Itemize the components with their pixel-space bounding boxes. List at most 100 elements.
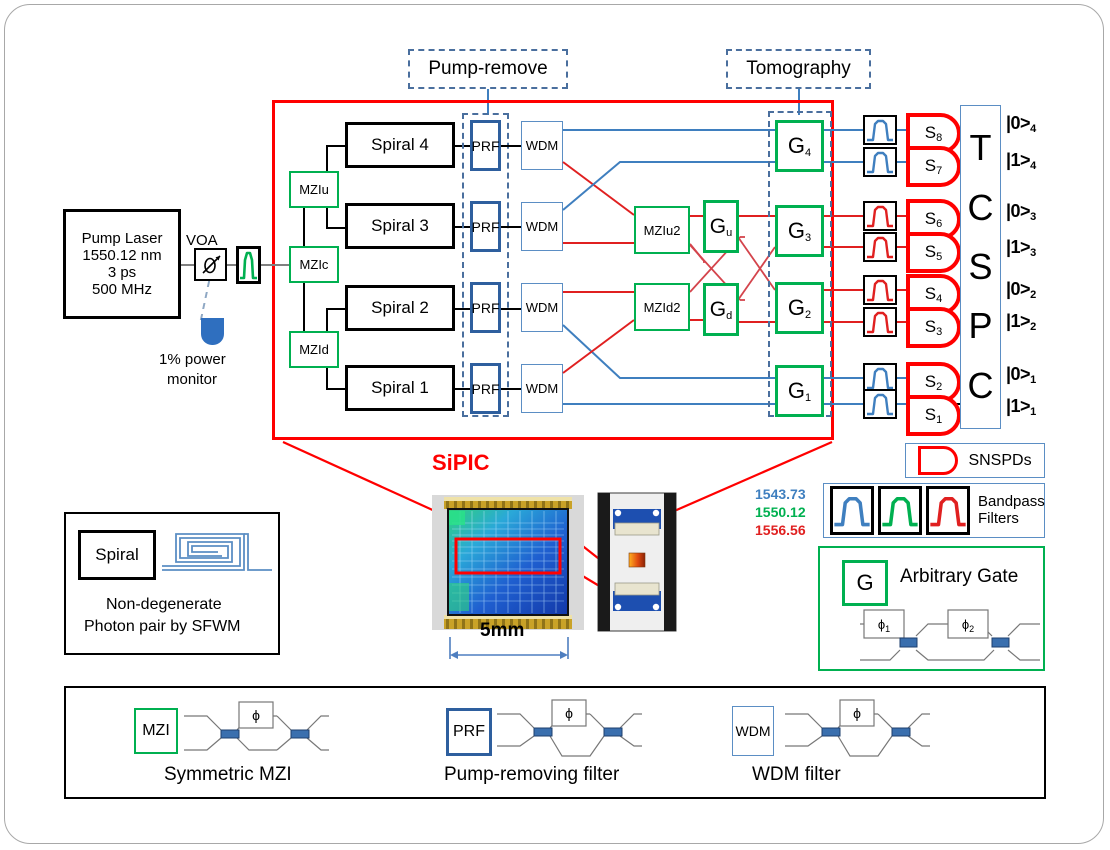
legend-arbitrary-gate-title: Arbitrary Gate bbox=[900, 566, 1019, 587]
legend-wdm-caption: WDM filter bbox=[752, 764, 841, 785]
voa-box bbox=[194, 248, 227, 281]
gate-g1-label: G1 bbox=[787, 378, 812, 404]
snspd-s5-label: S5 bbox=[924, 242, 943, 263]
legend-mzi-caption: Symmetric MZI bbox=[164, 764, 292, 785]
annotation-pump-remove-label: Pump-remove bbox=[428, 58, 548, 79]
wire-mzld-down-h bbox=[326, 388, 346, 390]
bandpass-icon-red bbox=[867, 279, 893, 302]
wdm-4-label: WDM bbox=[525, 138, 559, 153]
prf-4-label: PRF bbox=[471, 137, 500, 154]
bandpass-filter-4 bbox=[863, 275, 897, 305]
mzi-c-box: MZIc bbox=[289, 246, 339, 283]
gate-gu-label: Gu bbox=[709, 214, 733, 239]
wdm-3-label: WDM bbox=[525, 219, 559, 234]
green-spectrum-icon bbox=[240, 251, 257, 280]
svg-text:ϕ: ϕ bbox=[565, 705, 573, 721]
chip-scale-label: 5mm bbox=[480, 620, 525, 641]
prf-1-box: PRF bbox=[470, 363, 501, 414]
wire-prf2-to-wdm2 bbox=[501, 308, 521, 310]
prf-4-box: PRF bbox=[470, 120, 501, 171]
snspd-s2-label: S2 bbox=[924, 372, 943, 393]
tcspc-letter-4: C bbox=[967, 364, 994, 406]
tcspc-letter-1: C bbox=[967, 186, 994, 228]
bandpass-filter-5 bbox=[863, 232, 897, 262]
bandpass-icon-blue bbox=[867, 119, 893, 142]
gate-gu-box: Gu bbox=[703, 200, 739, 253]
pump-laser-box: Pump Laser 1550.12 nm 3 ps 500 MHz bbox=[63, 209, 181, 319]
bandpass-icon-red bbox=[867, 311, 893, 334]
wire-mzlu-up-h bbox=[326, 145, 346, 147]
gate-g2-box: G2 bbox=[775, 282, 824, 334]
spiral-3-box: Spiral 3 bbox=[345, 203, 455, 249]
mzi-schematic-symmetric: ϕ bbox=[184, 701, 329, 751]
bandpass-legend-green bbox=[878, 486, 922, 535]
mzi-d2-label: MZId2 bbox=[643, 299, 681, 315]
snspd-s8-label: S8 bbox=[924, 123, 943, 144]
annotation-tomography: Tomography bbox=[726, 49, 871, 89]
wdm-1-label: WDM bbox=[525, 381, 559, 396]
qubit-output-2: |0>3 bbox=[1006, 201, 1036, 223]
legend-snspds-label: SNSPDs bbox=[968, 451, 1032, 469]
annotation-pump-remove: Pump-remove bbox=[408, 49, 568, 89]
mzi-u2-label: MZIu2 bbox=[643, 222, 681, 238]
spiral-1-box: Spiral 1 bbox=[345, 365, 455, 411]
svg-text:ϕ: ϕ bbox=[853, 705, 861, 721]
snspd-s5: S5 bbox=[906, 232, 961, 273]
spiral-legend-badge: Spiral bbox=[78, 530, 156, 580]
mzi-u-box: MZIu bbox=[289, 171, 339, 208]
spiral-1-label: Spiral 1 bbox=[371, 378, 429, 397]
pump-laser-line-0: Pump Laser bbox=[81, 230, 163, 247]
gate-g3-box: G3 bbox=[775, 205, 824, 257]
gate-g1-box: G1 bbox=[775, 365, 824, 417]
power-monitor-detector-icon bbox=[201, 318, 224, 345]
sipic-label: SiPIC bbox=[432, 450, 490, 475]
bandpass-legend-blue bbox=[830, 486, 874, 535]
legend-mzi-badge-label: MZI bbox=[142, 722, 170, 739]
prf-1-label: PRF bbox=[471, 380, 500, 397]
wire-mzlc-to-mzlu bbox=[303, 208, 305, 246]
legend-spiral-line-1: Photon pair by SFWM bbox=[84, 618, 241, 635]
wire-prf1-to-wdm1 bbox=[501, 388, 521, 390]
voa-label: VOA bbox=[186, 232, 218, 249]
tcspc-box: T C S P C bbox=[960, 105, 1001, 429]
mzi-d-box: MZId bbox=[289, 331, 339, 368]
pump-laser-line-2: 3 ps bbox=[107, 264, 137, 281]
mzi-d2-box: MZId2 bbox=[634, 283, 690, 331]
qubit-output-4: |0>2 bbox=[1006, 279, 1036, 301]
wire-mzld-up-h bbox=[326, 308, 346, 310]
wavelength-0: 1543.73 bbox=[755, 486, 806, 502]
spiral-4-box: Spiral 4 bbox=[345, 122, 455, 168]
spiral-2-box: Spiral 2 bbox=[345, 285, 455, 331]
spiral-3-label: Spiral 3 bbox=[371, 216, 429, 235]
snspd-s4-label: S4 bbox=[924, 284, 943, 305]
bandpass-icon-blue bbox=[867, 393, 893, 416]
qubit-output-6: |0>1 bbox=[1006, 364, 1036, 386]
wdm-2-box: WDM bbox=[521, 283, 563, 332]
snspd-s3-label: S3 bbox=[924, 317, 943, 338]
legend-wdm-badge: WDM bbox=[732, 706, 774, 756]
legend-snspds: SNSPDs bbox=[905, 443, 1045, 478]
tcspc-letter-3: P bbox=[968, 305, 993, 347]
wire-voa-to-filter bbox=[227, 264, 236, 266]
qubit-output-0: |0>4 bbox=[1006, 113, 1036, 135]
bandpass-icon-green bbox=[882, 496, 918, 526]
mzi-u2-box: MZIu2 bbox=[634, 206, 690, 254]
wdm-schematic: ϕ bbox=[785, 699, 930, 757]
legend-spiral-line-0: Non-degenerate bbox=[106, 596, 222, 613]
snspd-s3: S3 bbox=[906, 307, 961, 348]
chip-photo-svg bbox=[432, 492, 677, 659]
bandpass-icon-blue bbox=[867, 151, 893, 174]
legend-bandpass: Bandpass Filters bbox=[823, 483, 1045, 538]
tcspc-letter-2: S bbox=[968, 245, 993, 287]
power-monitor-line-1: monitor bbox=[167, 371, 218, 388]
snspd-s6-label: S6 bbox=[924, 209, 943, 230]
chip-photo-group: 5mm bbox=[430, 487, 678, 662]
bandpass-icon-blue bbox=[834, 496, 870, 526]
qubit-output-1: |1>4 bbox=[1006, 150, 1036, 172]
snspd-s1: S1 bbox=[906, 395, 961, 436]
legend-spiral: Spiral Non-degenerate Photon pair by SFW… bbox=[64, 512, 280, 655]
gate-legend-badge-label: G bbox=[856, 570, 874, 595]
attenuator-icon bbox=[201, 254, 221, 274]
bandpass-filter-8 bbox=[863, 115, 897, 145]
bandpass-icon-red bbox=[867, 236, 893, 259]
